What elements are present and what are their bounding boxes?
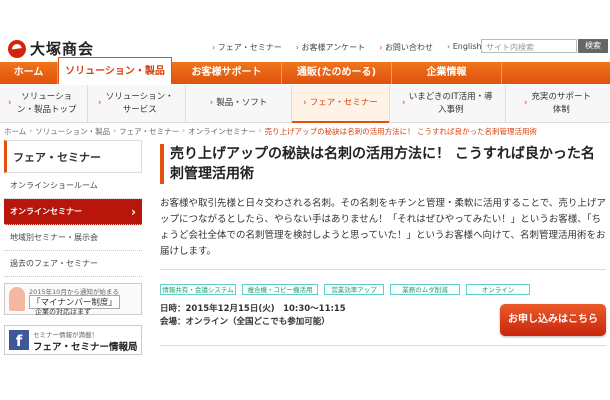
sidebar-item-online-seminar[interactable]: オンラインセミナー [4,199,142,225]
breadcrumb-separator: › [182,126,186,135]
venue-label: 会場： [160,317,186,327]
logo[interactable]: 大塚商会 [8,38,94,59]
top-links: フェア・セミナー お客様アンケート お問い合わせ English [212,42,482,53]
banner-headline: フェア・セミナー情報局 [33,342,138,353]
header: 大塚商会 フェア・セミナー お客様アンケート お問い合わせ English サイ… [0,0,610,62]
search-button[interactable]: 検索 [578,39,608,53]
tag-waste-reduction[interactable]: 業務のムダ削減 [390,284,460,295]
main-nav: ホーム ソリューション・製品 お客様サポート 通販(たのめーる) 企業情報 [0,57,610,84]
logo-text: 大塚商会 [30,40,95,58]
page-title: 売り上げアップの秘訣は名刺の活用方法に！ こうすれば良かった名刺管理活用術 [160,144,606,184]
top-link-seminar[interactable]: フェア・セミナー [212,42,282,53]
divider [160,269,606,270]
sidebar: フェア・セミナー オンラインショールーム オンラインセミナー 地域別セミナー・展… [4,140,142,277]
breadcrumb-current: 売り上げアップの秘訣は名刺の活用方法に！ こうすれば良かった名刺管理活用術 [264,127,538,136]
datetime-value: 2015年12月15日(火) 10:30～11:15 [185,304,346,314]
top-link-english[interactable]: English [447,42,482,53]
search-input[interactable]: サイト内検索 [481,39,577,53]
datetime-label: 日時： [160,304,186,314]
breadcrumb-separator: › [113,126,117,135]
breadcrumb-fair-seminar[interactable]: フェア・セミナー [119,126,179,137]
banner-subtext: 企業の対応はまず [35,308,91,316]
sidebar-item-regional-seminar[interactable]: 地域別セミナー・展示会 [4,225,142,251]
tag-list: 情報共有・会議システム 複合機・コピー機活用 営業効率アップ 業務のムダ削減 オ… [160,284,530,295]
sub-nav-services[interactable]: ソリューション・サービス [88,85,186,122]
breadcrumb: ホーム › ソリューション・製品 › フェア・セミナー › オンラインセミナー › 売り… [4,126,537,137]
top-link-survey[interactable]: お客様アンケート [296,42,366,53]
main-nav-corporate[interactable]: 企業情報 [392,62,502,84]
sub-nav-solutions-top[interactable]: ソリューション・製品トップ [0,85,88,122]
datetime-row: 日時：2015年12月15日(火) 10:30～11:15 [160,303,346,316]
divider [160,345,606,346]
breadcrumb-online-seminar[interactable]: オンラインセミナー [188,126,256,137]
seminar-info: 日時：2015年12月15日(火) 10:30～11:15 会場：オンライン（全… [160,303,346,329]
sub-nav-it-cases[interactable]: いまどきのIT活用・導入事例 [390,85,506,122]
facebook-banner[interactable]: f セミナー情報が満載！ フェア・セミナー情報局 [4,325,142,355]
mynumber-banner[interactable]: 2015年10月から通知が始まる 「マイナンバー制度」 企業の対応はまず [4,283,142,316]
venue-row: 会場：オンライン（全国どこでも参加可能） [160,316,346,329]
sidebar-item-past-seminar[interactable]: 過去のフェア・セミナー [4,251,142,277]
sub-nav-fair-seminar[interactable]: フェア・セミナー [292,85,390,123]
tag-info-sharing[interactable]: 情報共有・会議システム [160,284,236,295]
sub-nav-support[interactable]: 充実のサポート体制 [506,85,610,122]
venue-value: オンライン（全国どこでも参加可能） [185,317,330,327]
logo-mark-icon [8,39,26,58]
banner-small-text: セミナー情報が満載！ [33,331,98,339]
tag-sales-efficiency[interactable]: 営業効率アップ [324,284,384,295]
sidebar-title: フェア・セミナー [4,140,142,173]
person-illustration-icon [9,287,25,311]
main-nav-home[interactable]: ホーム [0,62,58,84]
sidebar-item-online-showroom[interactable]: オンラインショールーム [4,173,142,199]
sub-nav-products[interactable]: 製品・ソフト [186,85,292,122]
tag-copier[interactable]: 複合機・コピー機活用 [242,284,318,295]
apply-button[interactable]: お申し込みはこちら [500,304,606,336]
tag-online[interactable]: オンライン [466,284,530,295]
top-link-contact[interactable]: お問い合わせ [379,42,433,53]
main-nav-filler [502,62,610,84]
main-nav-solutions[interactable]: ソリューション・製品 [58,57,172,84]
seminar-description: お客様や取引先様と日々交わされる名刺。その名刺をキチンと管理・柔軟に活用すること… [160,198,606,257]
breadcrumb-solutions[interactable]: ソリューション・製品 [35,126,110,137]
breadcrumb-separator: › [258,126,262,135]
facebook-icon: f [9,330,29,350]
sub-nav: ソリューション・製品トップ ソリューション・サービス 製品・ソフト フェア・セミ… [0,85,610,123]
main-nav-support[interactable]: お客様サポート [172,62,282,84]
breadcrumb-separator: › [29,126,33,135]
main-nav-tanomeru[interactable]: 通販(たのめーる) [282,62,392,84]
breadcrumb-home[interactable]: ホーム [4,126,26,137]
main-content: 売り上げアップの秘訣は名刺の活用方法に！ こうすれば良かった名刺管理活用術 お客… [160,144,606,270]
